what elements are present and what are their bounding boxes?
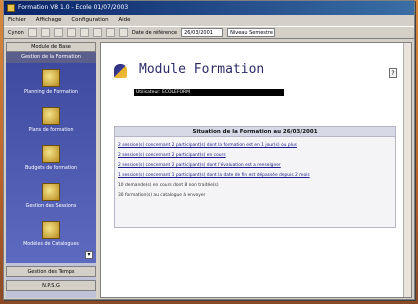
binoculars-icon[interactable] <box>92 28 102 37</box>
toolbar: Cynon Date de référence 26/03/2001 Nivea… <box>4 26 414 39</box>
planning-icon <box>42 69 60 87</box>
sidebar-item-budgets[interactable]: Budgets de formation <box>6 145 96 183</box>
page-title: Module Formation <box>139 62 265 77</box>
sidebar-list: Planning de Formation Plans de formation… <box>6 63 96 263</box>
module-icon <box>114 64 127 78</box>
sidebar-item-label: Planning de Formation <box>24 90 78 95</box>
page-help-icon[interactable]: ? <box>389 68 397 78</box>
user-banner: Utilisateur: ECOLEFORM <box>134 89 284 96</box>
panel-link[interactable]: 2 session(s) concernant 2 participant(s)… <box>118 161 392 171</box>
login-label[interactable]: Cynon <box>8 30 24 36</box>
sidebar-item-sessions[interactable]: Gestion des Sessions <box>6 183 96 221</box>
paste-icon[interactable] <box>79 28 89 37</box>
main-content: Module Formation ? Utilisateur: ECOLEFOR… <box>100 42 412 298</box>
budget-icon <box>42 145 60 163</box>
sidebar-item-planning[interactable]: Planning de Formation <box>6 69 96 107</box>
scroll-down-icon[interactable]: ▾ <box>85 251 93 259</box>
menu-affichage[interactable]: Affichage <box>36 17 62 23</box>
menu-configuration[interactable]: Configuration <box>71 17 108 23</box>
app-icon <box>7 4 15 12</box>
help-icon[interactable] <box>105 28 115 37</box>
menu-aide[interactable]: Aide <box>118 17 130 23</box>
sidebar-section-title[interactable]: Gestion de la Formation <box>6 52 96 63</box>
panel-link[interactable]: 2 session(s) concernant 2 participant(s)… <box>118 151 392 161</box>
sidebar-footer-npsg[interactable]: N.P.S.G <box>6 280 96 291</box>
main-scrollbar[interactable] <box>403 43 411 297</box>
panel-link[interactable]: 2 session(s) concernant 2 participant(s)… <box>118 141 392 151</box>
sidebar: Module de Base Gestion de la Formation P… <box>6 42 96 298</box>
catalogue-icon <box>42 221 60 239</box>
panel-title: Situation de la Formation au 26/03/2001 <box>115 127 395 137</box>
window-title: Formation V8 1.0 - Ecole 01/07/2003 <box>18 4 129 11</box>
sidebar-footer-temps[interactable]: Gestion des Temps <box>6 266 96 277</box>
panel-list: 2 session(s) concernant 2 participant(s)… <box>115 137 395 205</box>
plans-icon <box>42 107 60 125</box>
cut-icon[interactable] <box>53 28 63 37</box>
sidebar-item-label: Gestion des Sessions <box>25 204 77 209</box>
sidebar-item-label: Budgets de formation <box>24 166 78 171</box>
copy-icon[interactable] <box>66 28 76 37</box>
title-bar: Formation V8 1.0 - Ecole 01/07/2003 <box>4 1 414 15</box>
panel-text: 10 demande(s) en cours dont 8 non traité… <box>118 183 219 188</box>
sidebar-item-label: Modèles de Catalogues <box>23 242 79 247</box>
sessions-icon <box>42 183 60 201</box>
panel-text: 30 formation(s) au catalogue à envoyer <box>118 193 206 198</box>
sidebar-item-plans[interactable]: Plans de formation <box>6 107 96 145</box>
situation-panel: Situation de la Formation au 26/03/2001 … <box>114 126 396 228</box>
menu-bar: Fichier Affichage Configuration Aide <box>4 15 414 26</box>
refresh-icon[interactable] <box>27 28 37 37</box>
sidebar-item-label: Plans de formation <box>28 128 74 133</box>
panel-link[interactable]: 1 session(s) concernant 1 participant(s)… <box>118 171 392 181</box>
period-select[interactable]: Niveau Semestre <box>227 28 276 37</box>
sidebar-header[interactable]: Module de Base <box>6 42 96 52</box>
globe-icon[interactable] <box>118 28 128 37</box>
settings-icon[interactable] <box>40 28 50 37</box>
sidebar-item-catalogues[interactable]: Modèles de Catalogues <box>6 221 96 259</box>
reference-date-field[interactable]: 26/03/2001 <box>181 28 224 37</box>
menu-fichier[interactable]: Fichier <box>8 17 26 23</box>
app-window: Formation V8 1.0 - Ecole 01/07/2003 Fich… <box>3 0 415 300</box>
date-label: Date de référence <box>131 29 178 36</box>
